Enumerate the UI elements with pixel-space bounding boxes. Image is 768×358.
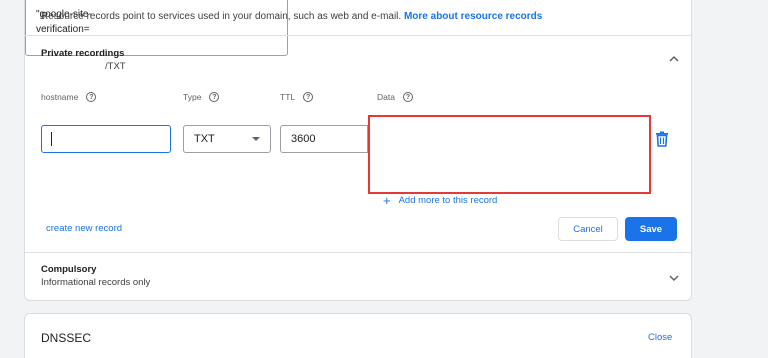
chevron-up-icon[interactable] — [667, 52, 681, 66]
private-section-title: Private recordings — [41, 48, 125, 59]
help-icon[interactable]: ? — [402, 92, 413, 102]
add-more-label: Add more to this record — [398, 195, 498, 206]
page: Resource records point to services used … — [0, 0, 768, 358]
hostname-column-label: hostname ? — [41, 92, 97, 102]
intro-text: Resource records point to services used … — [41, 11, 542, 22]
help-icon[interactable]: ? — [86, 92, 97, 102]
trash-icon[interactable] — [655, 131, 669, 147]
intro-description: Resource records point to services used … — [41, 11, 404, 22]
type-column-label: Type ? — [183, 92, 220, 102]
type-label: Type — [183, 92, 202, 102]
save-button[interactable]: Save — [625, 217, 677, 241]
data-label: Data — [377, 92, 395, 102]
chevron-down-icon[interactable] — [667, 271, 681, 285]
compulsory-section-title: Compulsory — [41, 264, 97, 275]
close-link[interactable]: Close — [648, 332, 672, 343]
ttl-value: 3600 — [291, 133, 316, 145]
divider — [25, 252, 691, 253]
compulsory-section-subtitle: Informational records only — [41, 277, 151, 288]
highlight-box — [368, 115, 651, 194]
more-about-link[interactable]: More about resource records — [404, 11, 542, 22]
ttl-column-label: TTL ? — [280, 92, 314, 102]
help-icon[interactable]: ? — [209, 92, 220, 102]
type-select[interactable]: TXT — [183, 125, 271, 153]
data-column-label: Data ? — [377, 92, 413, 102]
text-cursor — [51, 132, 52, 146]
dnssec-title: DNSSEC — [41, 331, 92, 345]
dropdown-arrow-icon — [252, 137, 260, 141]
create-new-record-link[interactable]: create new record — [46, 223, 122, 234]
divider — [25, 35, 691, 36]
hostname-input[interactable] — [41, 125, 171, 153]
cancel-button[interactable]: Cancel — [558, 217, 618, 241]
ttl-label: TTL — [280, 92, 296, 102]
resource-records-card: Resource records point to services used … — [24, 0, 692, 301]
private-section-subtitle: /TXT — [105, 61, 126, 72]
dnssec-card: DNSSEC Close — [24, 313, 692, 358]
add-more-button[interactable]: + Add more to this record — [383, 194, 497, 207]
ttl-input[interactable]: 3600 — [280, 125, 368, 153]
plus-icon: + — [383, 193, 391, 208]
type-value: TXT — [194, 133, 215, 145]
help-icon[interactable]: ? — [303, 92, 314, 102]
hostname-label: hostname — [41, 92, 79, 102]
